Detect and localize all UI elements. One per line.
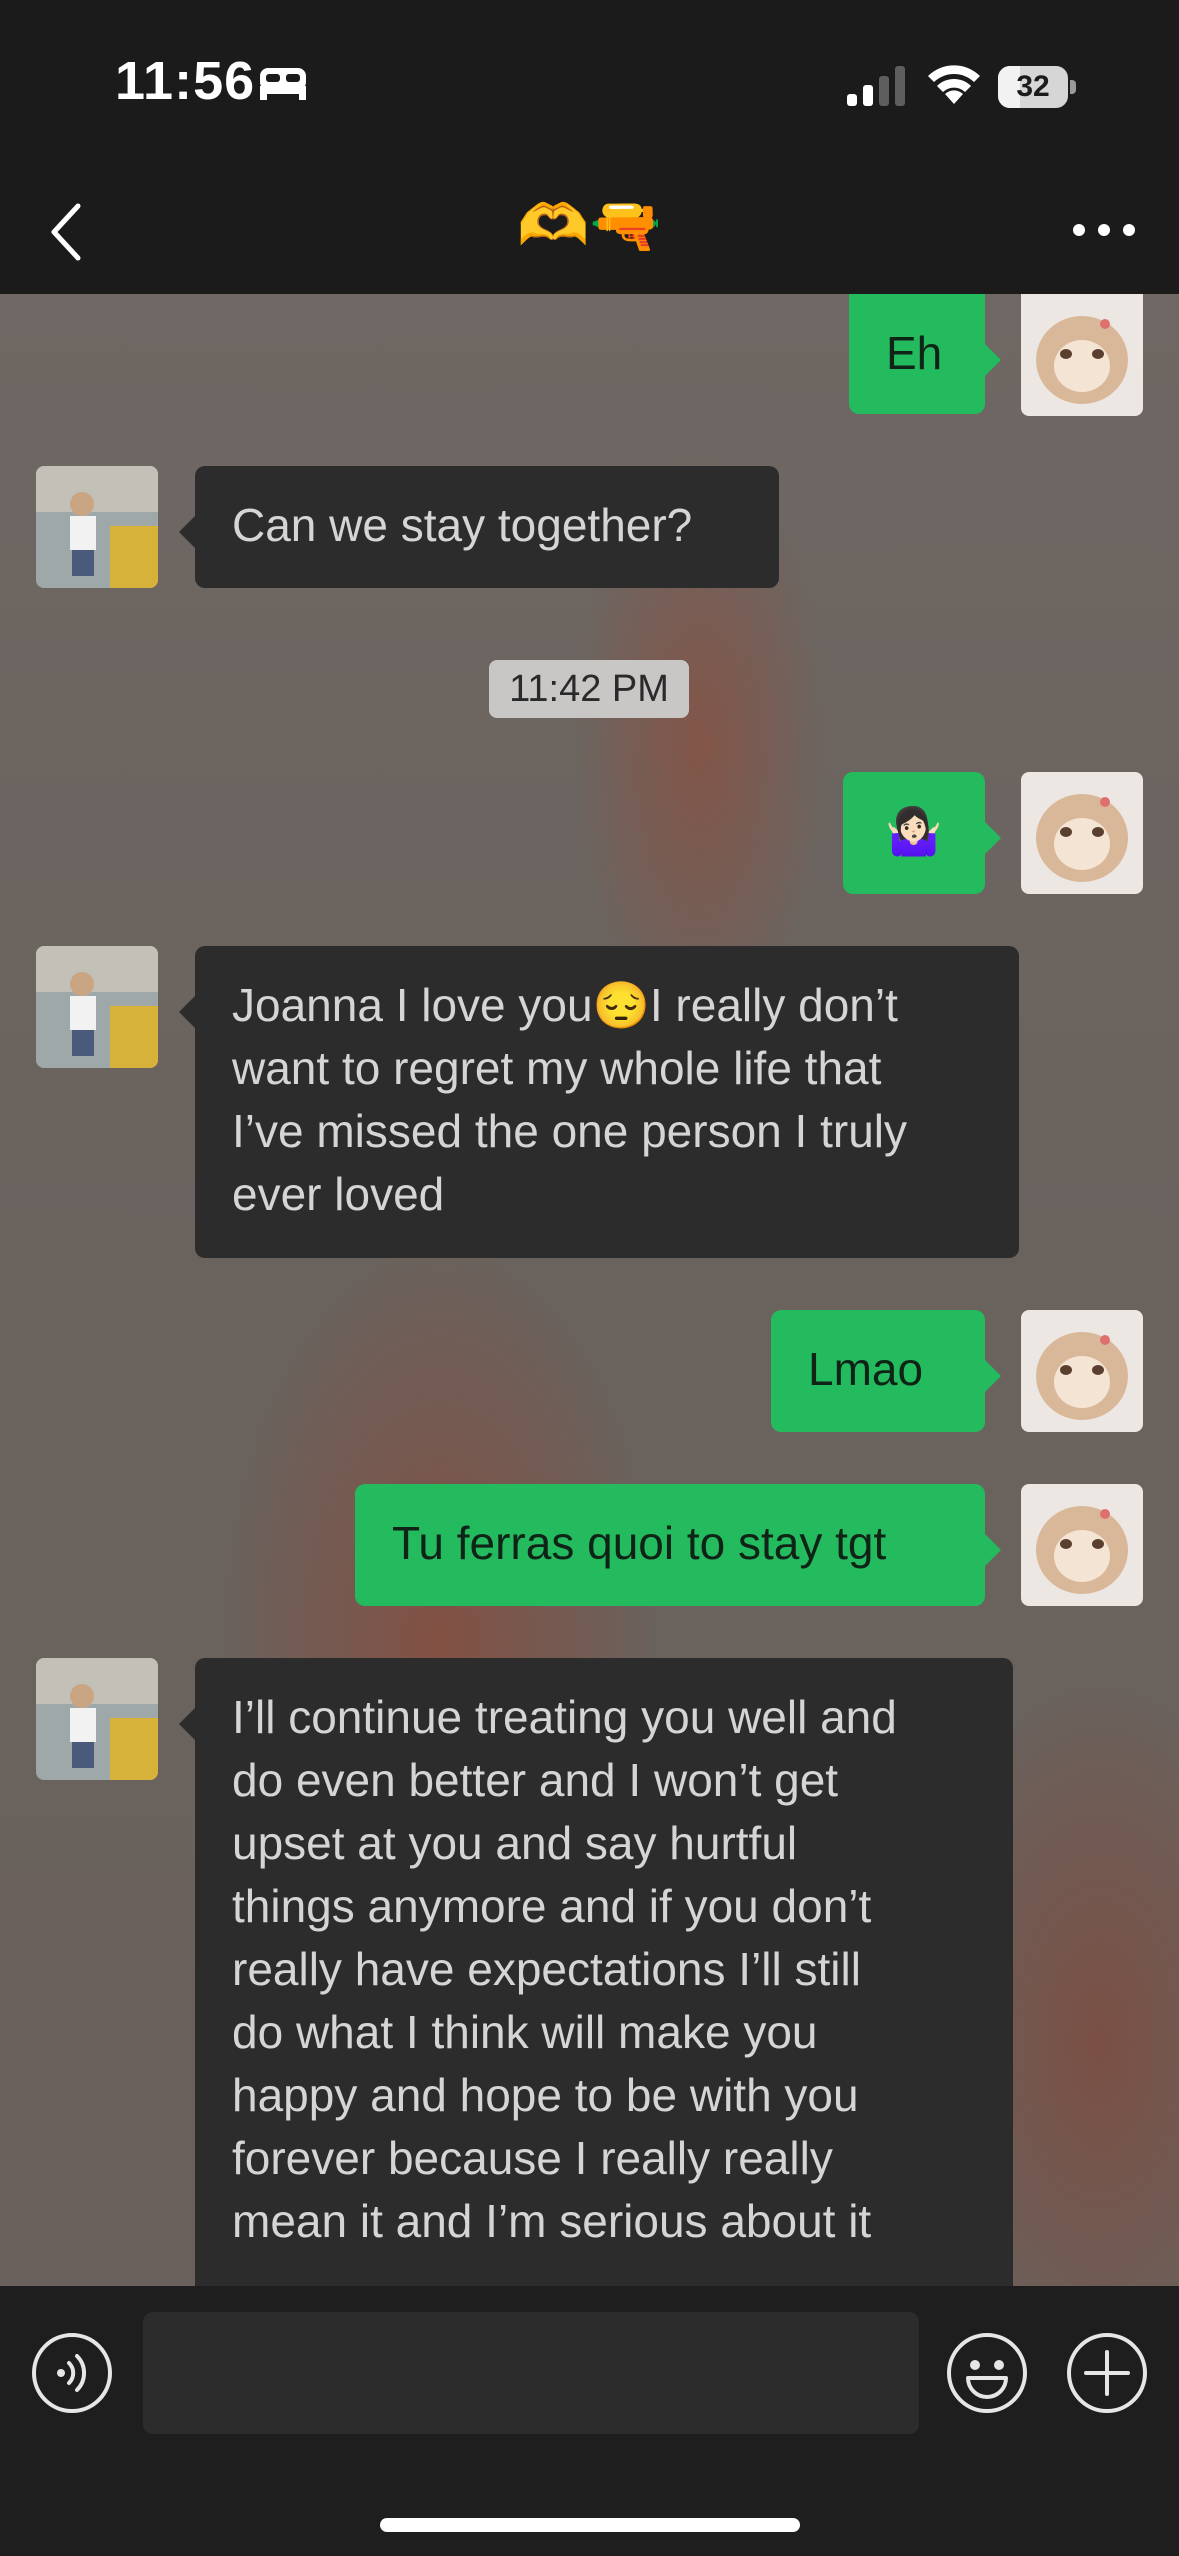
status-time: 11:56 bbox=[115, 51, 256, 111]
incoming-message-bubble[interactable]: Can we stay together? bbox=[179, 466, 779, 588]
message-text: Joanna I love you😔I really don’t want to… bbox=[232, 979, 907, 1220]
incoming-message-bubble[interactable]: I’ll continue treating you well and do e… bbox=[179, 1658, 1013, 2286]
status-bar: 11:56 32 bbox=[0, 0, 1179, 170]
outgoing-message-bubble[interactable]: 🤷🏻‍♀️ bbox=[843, 772, 1001, 894]
my-avatar[interactable] bbox=[1021, 1310, 1143, 1432]
battery-level: 32 bbox=[1016, 70, 1050, 103]
contact-avatar[interactable] bbox=[36, 1658, 158, 1780]
chat-title[interactable]: 🫶🔫 bbox=[0, 192, 1179, 260]
timestamp-label: 11:42 PM bbox=[489, 660, 689, 718]
emoji-icon[interactable] bbox=[946, 2332, 1028, 2414]
home-indicator[interactable] bbox=[380, 2518, 800, 2532]
message-text: 🤷🏻‍♀️ bbox=[885, 805, 943, 857]
plus-icon[interactable] bbox=[1066, 2332, 1148, 2414]
my-avatar[interactable] bbox=[1021, 294, 1143, 416]
message-text: Lmao bbox=[808, 1343, 924, 1395]
more-dots-icon[interactable] bbox=[1069, 210, 1139, 250]
voice-icon[interactable] bbox=[31, 2332, 113, 2414]
my-avatar[interactable] bbox=[1021, 1484, 1143, 1606]
outgoing-message-bubble[interactable]: Lmao bbox=[771, 1310, 1001, 1432]
message-text: Eh bbox=[886, 327, 943, 379]
cellular-signal-icon bbox=[847, 66, 905, 106]
outgoing-message-bubble[interactable]: Eh bbox=[849, 294, 1001, 414]
wifi-icon bbox=[928, 65, 980, 104]
nav-bar: 🫶🔫 bbox=[0, 170, 1179, 294]
chat-area[interactable]: Eh Can we stay together? 11:42 PM 🤷🏻‍♀️ bbox=[0, 294, 1179, 2286]
contact-avatar[interactable] bbox=[36, 466, 158, 588]
bed-icon bbox=[260, 68, 306, 100]
battery-icon: 32 bbox=[998, 66, 1076, 108]
input-bar bbox=[0, 2286, 1179, 2556]
my-avatar[interactable] bbox=[1021, 772, 1143, 894]
message-text: Tu ferras quoi to stay tgt bbox=[392, 1517, 887, 1569]
message-text: Can we stay together? bbox=[232, 499, 693, 551]
outgoing-message-bubble[interactable]: Tu ferras quoi to stay tgt bbox=[355, 1484, 1001, 1606]
message-input[interactable] bbox=[143, 2312, 919, 2434]
message-text: I’ll continue treating you well and do e… bbox=[232, 1691, 897, 2247]
incoming-message-bubble[interactable]: Joanna I love you😔I really don’t want to… bbox=[179, 946, 1019, 1258]
contact-avatar[interactable] bbox=[36, 946, 158, 1068]
